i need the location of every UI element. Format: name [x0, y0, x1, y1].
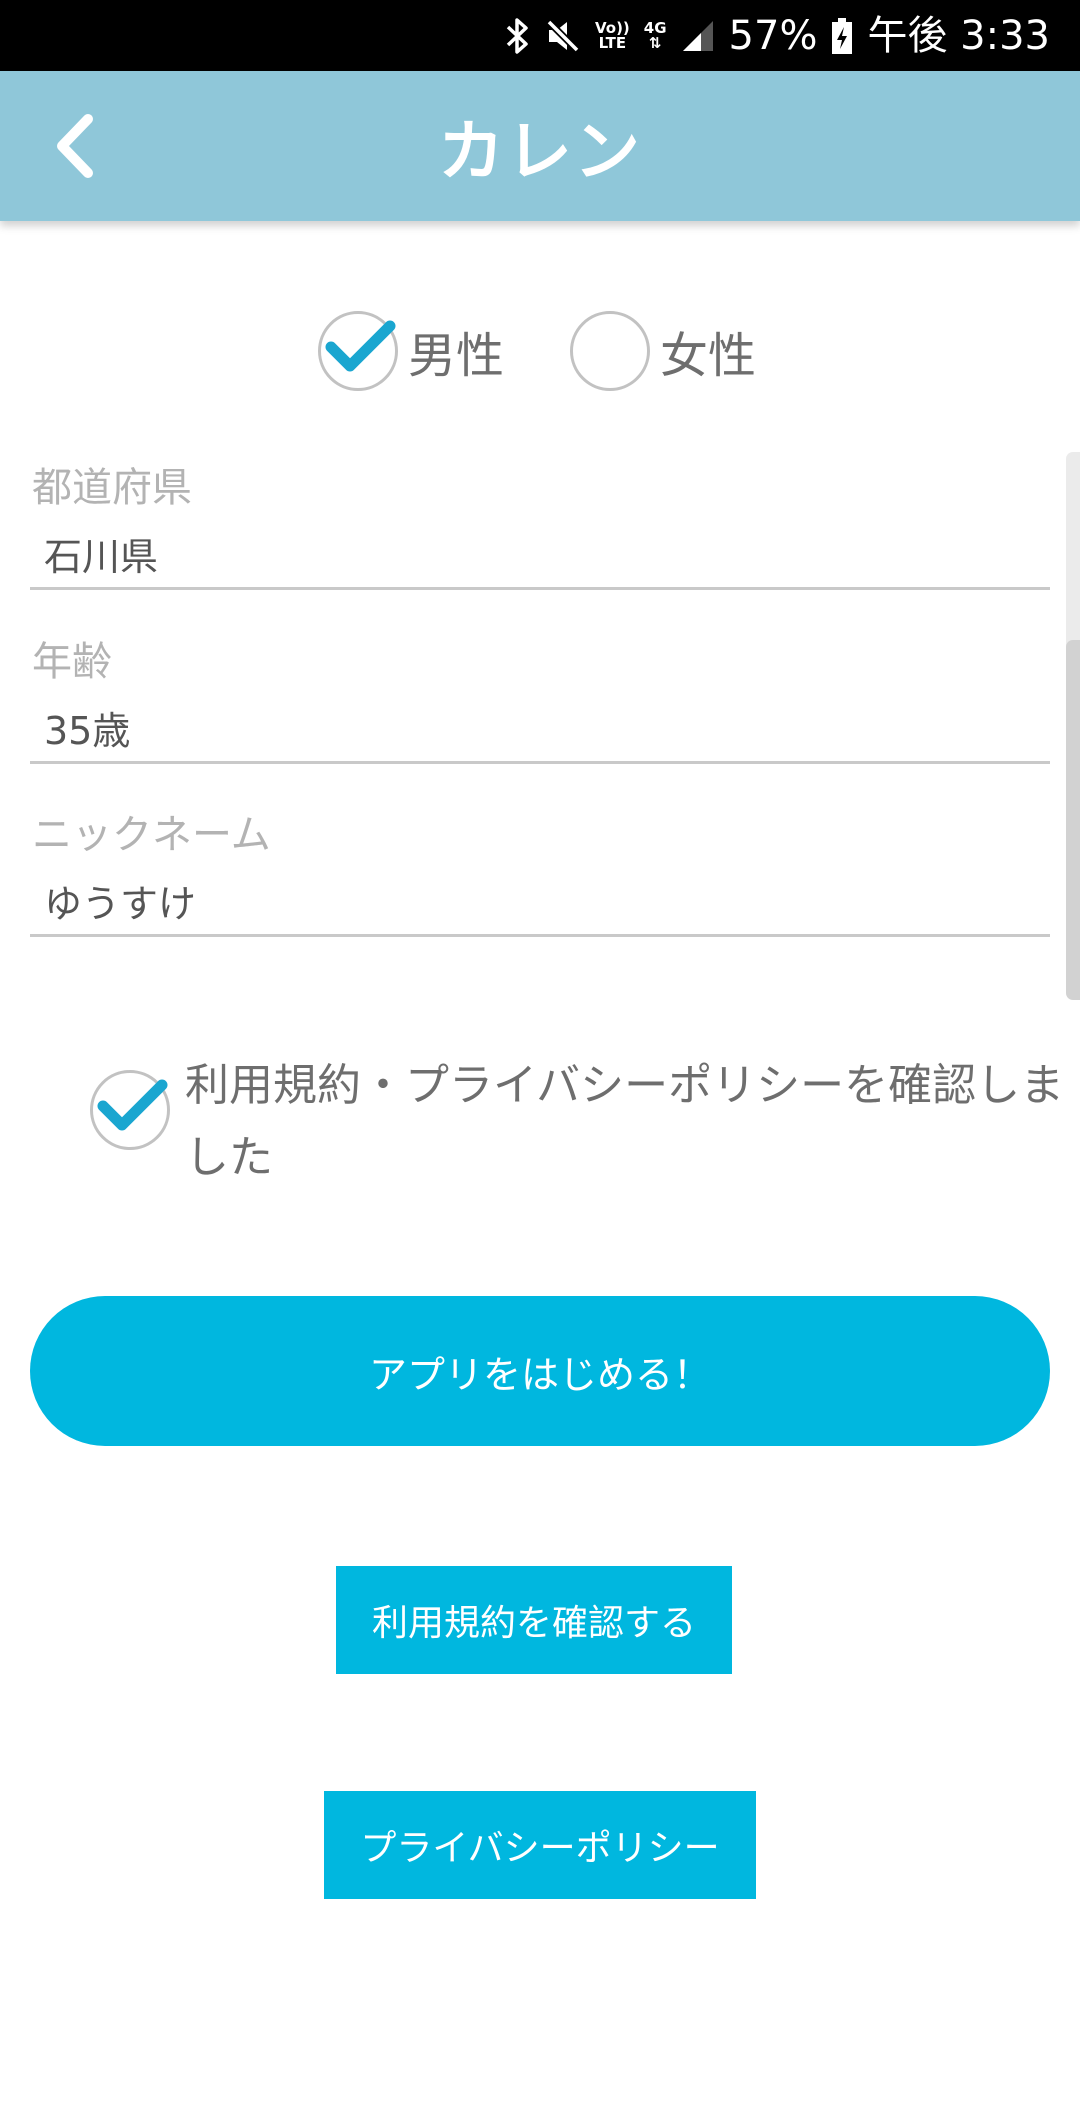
gender-selector: 男性 女性 [0, 308, 1080, 394]
gender-label-female: 女性 [660, 328, 757, 384]
checkmark-icon [325, 320, 396, 372]
app-header: カレン [0, 71, 1080, 221]
bluetooth-icon [505, 17, 531, 55]
privacy-policy-button[interactable]: プライバシーポリシー [324, 1791, 756, 1899]
agreement-label: 利用規約・プライバシーポリシーを確認しました [185, 1060, 1065, 1183]
battery-percent: 57% [728, 12, 818, 59]
agreement-check-circle [90, 1070, 170, 1150]
gender-option-female[interactable]: 女性 [570, 308, 756, 394]
gender-label-male: 男性 [408, 328, 505, 384]
data-arrows-icon: ⇅ [648, 33, 662, 52]
prefecture-input[interactable] [30, 520, 1050, 590]
nickname-label: ニックネーム [32, 812, 271, 858]
status-icons: Vo)) LTE 4G ⇅ 57% 午後 3:33 [505, 0, 1050, 71]
network-4g-icon: 4G ⇅ [643, 18, 667, 52]
checkmark-icon [97, 1079, 168, 1131]
prefecture-label: 都道府県 [32, 465, 192, 511]
gender-option-male[interactable]: 男性 [318, 308, 504, 394]
scrollbar-thumb[interactable] [1066, 640, 1080, 1000]
view-terms-button[interactable]: 利用規約を確認する [336, 1566, 732, 1674]
battery-charging-icon [831, 17, 853, 55]
signal-icon [681, 19, 715, 53]
volte-icon: Vo)) LTE [594, 18, 630, 52]
age-label: 年齢 [32, 639, 112, 685]
status-bar: Vo)) LTE 4G ⇅ 57% 午後 3:33 [0, 0, 1080, 71]
start-app-button[interactable]: アプリをはじめる！ [30, 1296, 1050, 1446]
radio-circle [318, 311, 398, 391]
radio-circle [570, 311, 650, 391]
age-input[interactable] [30, 694, 1050, 764]
nickname-input[interactable] [30, 867, 1050, 937]
clock: 午後 3:33 [867, 12, 1050, 59]
page-title: カレン [438, 113, 642, 190]
mute-icon [545, 17, 581, 55]
